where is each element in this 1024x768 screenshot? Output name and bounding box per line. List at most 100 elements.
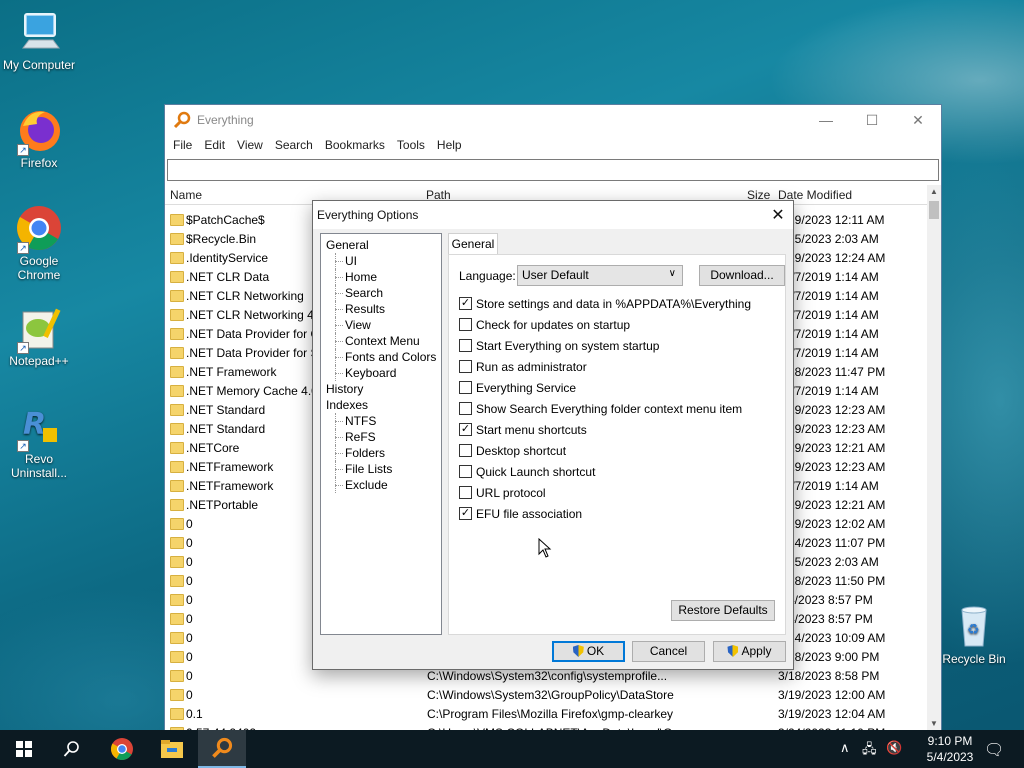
- checkbox[interactable]: [459, 423, 472, 436]
- menu-help[interactable]: Help: [431, 138, 468, 152]
- menu-edit[interactable]: Edit: [198, 138, 231, 152]
- network-icon[interactable]: 🖧: [862, 740, 877, 762]
- maximize-icon[interactable]: ☐: [849, 112, 895, 129]
- taskbar-everything[interactable]: [198, 730, 246, 768]
- tree-item-folders[interactable]: Folders: [321, 445, 441, 461]
- desktop-icon-firefox[interactable]: ↗ Firefox: [1, 106, 77, 170]
- apply-button[interactable]: Apply: [713, 641, 786, 662]
- dialog-titlebar[interactable]: Everything Options ✕: [313, 201, 793, 229]
- desktop-icon-revo-uninstaller[interactable]: R ↗ Revo Uninstall...: [1, 402, 77, 480]
- option-row[interactable]: Start Everything on system startup: [459, 335, 751, 356]
- file-row[interactable]: 0 C:\Windows\System32\GroupPolicy\DataSto…: [165, 686, 927, 705]
- checkbox[interactable]: [459, 318, 472, 331]
- file-name: .NET CLR Data: [186, 270, 270, 284]
- desktop-icon-chrome[interactable]: ↗ Google Chrome: [1, 204, 77, 282]
- option-row[interactable]: Everything Service: [459, 377, 751, 398]
- menu-tools[interactable]: Tools: [391, 138, 431, 152]
- tree-item-view[interactable]: View: [321, 317, 441, 333]
- tree-item-file-lists[interactable]: File Lists: [321, 461, 441, 477]
- minimize-icon[interactable]: —: [803, 112, 849, 128]
- scroll-down-icon[interactable]: ▼: [927, 717, 941, 731]
- start-button[interactable]: [0, 730, 48, 768]
- taskbar-chrome[interactable]: [98, 730, 146, 768]
- download-button[interactable]: Download...: [699, 265, 785, 286]
- tree-item-refs[interactable]: ReFS: [321, 429, 441, 445]
- checkbox[interactable]: [459, 486, 472, 499]
- folder-icon: [170, 347, 184, 359]
- chevron-up-icon[interactable]: ∧: [840, 740, 850, 756]
- desktop-icon-my-computer[interactable]: My Computer: [1, 8, 77, 72]
- option-row[interactable]: Run as administrator: [459, 356, 751, 377]
- tree-item-fonts-and-colors[interactable]: Fonts and Colors: [321, 349, 441, 365]
- option-row[interactable]: EFU file association: [459, 503, 751, 524]
- file-name: .NET CLR Networking: [186, 289, 304, 303]
- option-row[interactable]: Store settings and data in %APPDATA%\Eve…: [459, 293, 751, 314]
- menu-search[interactable]: Search: [269, 138, 319, 152]
- tree-item-home[interactable]: Home: [321, 269, 441, 285]
- menu-view[interactable]: View: [231, 138, 269, 152]
- checkbox[interactable]: [459, 339, 472, 352]
- checkbox[interactable]: [459, 402, 472, 415]
- tab-general[interactable]: General: [448, 233, 498, 255]
- scrollbar-thumb[interactable]: [929, 201, 939, 219]
- window-titlebar[interactable]: Everything — ☐ ✕: [165, 105, 941, 135]
- tree-item-ntfs[interactable]: NTFS: [321, 413, 441, 429]
- option-row[interactable]: URL protocol: [459, 482, 751, 503]
- option-row[interactable]: Check for updates on startup: [459, 314, 751, 335]
- tree-item-context-menu[interactable]: Context Menu: [321, 333, 441, 349]
- checkbox[interactable]: [459, 507, 472, 520]
- volume-muted-icon[interactable]: 🔇: [886, 740, 902, 756]
- taskbar-clock[interactable]: 9:10 PM 5/4/2023: [920, 733, 980, 765]
- menu-bar: File Edit View Search Bookmarks Tools He…: [165, 135, 941, 155]
- tree-item-exclude[interactable]: Exclude: [321, 477, 441, 493]
- taskbar-search-button[interactable]: [48, 730, 96, 768]
- desktop-icon-recycle-bin[interactable]: ♻ Recycle Bin: [936, 602, 1012, 666]
- close-icon[interactable]: ✕: [763, 205, 793, 225]
- revo-uninstaller-icon: R ↗: [15, 402, 63, 452]
- tree-item-results[interactable]: Results: [321, 301, 441, 317]
- file-name: .NETPortable: [186, 498, 259, 512]
- folder-icon: [170, 404, 184, 416]
- file-date: 3/19/2023 12:23 AM: [778, 403, 886, 417]
- option-row[interactable]: Desktop shortcut: [459, 440, 751, 461]
- file-name: .NET Data Provider for Sq: [186, 346, 326, 360]
- checkbox[interactable]: [459, 360, 472, 373]
- folder-icon: [170, 499, 184, 511]
- checkbox[interactable]: [459, 465, 472, 478]
- file-row[interactable]: 0.1 C:\Program Files\Mozilla Firefox\gmp-…: [165, 705, 927, 724]
- restore-defaults-button[interactable]: Restore Defaults: [671, 600, 775, 621]
- tree-item-history[interactable]: History: [321, 381, 441, 397]
- checkbox[interactable]: [459, 444, 472, 457]
- cancel-button[interactable]: Cancel: [632, 641, 705, 662]
- file-name: .NETCore: [186, 441, 240, 455]
- file-name: $Recycle.Bin: [186, 232, 257, 246]
- ok-button[interactable]: OK: [552, 641, 625, 662]
- language-select[interactable]: User Default ∨: [517, 265, 683, 286]
- option-row[interactable]: Start menu shortcuts: [459, 419, 751, 440]
- window-title: Everything: [197, 113, 254, 127]
- tree-item-keyboard[interactable]: Keyboard: [321, 365, 441, 381]
- notification-icon[interactable]: 🗨: [984, 740, 1004, 760]
- tree-item-indexes[interactable]: Indexes: [321, 397, 441, 413]
- file-path: C:\Windows\System32\GroupPolicy\DataStor…: [427, 688, 674, 702]
- tree-item-general[interactable]: General: [321, 237, 441, 253]
- file-name: 0: [186, 536, 193, 550]
- menu-file[interactable]: File: [167, 138, 198, 152]
- option-row[interactable]: Show Search Everything folder context me…: [459, 398, 751, 419]
- tree-item-search[interactable]: Search: [321, 285, 441, 301]
- tree-item-ui[interactable]: UI: [321, 253, 441, 269]
- desktop-icon-notepadpp[interactable]: ↗ Notepad++: [1, 304, 77, 368]
- taskbar-file-explorer[interactable]: [148, 730, 196, 768]
- vertical-scrollbar[interactable]: ▲ ▼: [927, 185, 941, 731]
- search-input[interactable]: [167, 159, 939, 181]
- column-header-name[interactable]: Name: [170, 188, 202, 202]
- folder-icon: [170, 252, 184, 264]
- svg-text:♻: ♻: [967, 622, 980, 638]
- menu-bookmarks[interactable]: Bookmarks: [319, 138, 391, 152]
- checkbox[interactable]: [459, 297, 472, 310]
- option-row[interactable]: Quick Launch shortcut: [459, 461, 751, 482]
- scroll-up-icon[interactable]: ▲: [927, 185, 941, 199]
- close-icon[interactable]: ✕: [895, 112, 941, 129]
- option-label: Everything Service: [476, 380, 577, 395]
- checkbox[interactable]: [459, 381, 472, 394]
